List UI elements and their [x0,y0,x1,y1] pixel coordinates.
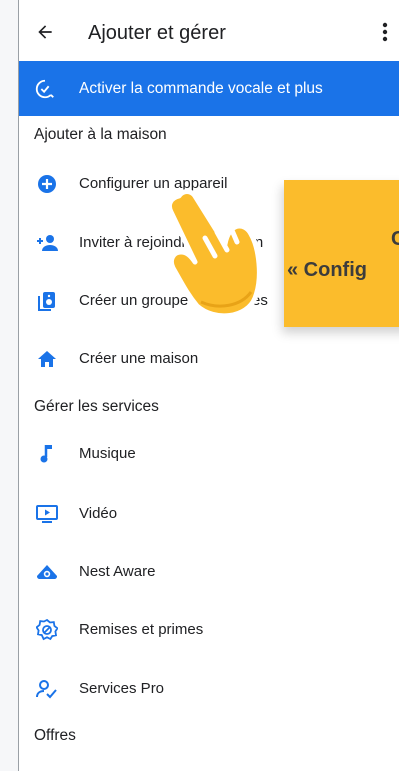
nest-aware-icon [35,560,59,584]
voice-command-banner[interactable]: Activer la commande vocale et plus [19,61,399,116]
service-item-label: Musique [79,445,136,462]
page-title: Ajouter et gérer [88,22,226,44]
service-item-pro[interactable]: Services Pro [19,664,399,714]
section-manage-services: Gérer les services [34,398,159,415]
add-item-create-home[interactable]: Créer une maison [19,334,399,384]
service-item-label: Vidéo [79,505,118,522]
top-app-bar: Ajouter et gérer [19,0,399,64]
add-circle-icon [35,172,59,196]
back-button[interactable] [31,18,59,46]
service-item-video[interactable]: Vidéo [19,489,399,539]
tooltip-line-1: C [391,228,399,250]
section-offers: Offres [34,727,76,744]
video-icon [35,502,59,526]
pro-services-icon [35,677,59,701]
add-item-label: Créer une maison [79,350,199,367]
left-frame-edge [0,0,19,771]
home-icon [35,347,59,371]
pointing-hand-icon [166,189,262,319]
more-options-button[interactable] [375,18,395,46]
service-item-label: Nest Aware [79,563,156,580]
tutorial-tooltip: C « Config [284,180,399,327]
section-add-to-home: Ajouter à la maison [34,126,167,143]
service-item-label: Services Pro [79,680,165,697]
service-item-nest-aware[interactable]: Nest Aware [19,547,399,597]
tooltip-line-2: « Config [287,259,367,281]
person-add-icon [35,231,59,255]
offer-badge-icon [35,618,59,642]
service-item-offers[interactable]: Remises et primes [19,605,399,655]
banner-label: Activer la commande vocale et plus [79,80,323,97]
voice-check-icon [35,79,54,99]
speaker-group-icon [35,289,59,313]
arrow-left-icon [38,25,52,39]
more-vert-icon [382,22,388,42]
music-note-icon [35,442,59,466]
service-item-label: Remises et primes [79,621,204,638]
service-item-music[interactable]: Musique [19,429,399,479]
add-and-manage-screen: Ajouter et gérer Activer la commande voc… [19,0,399,771]
